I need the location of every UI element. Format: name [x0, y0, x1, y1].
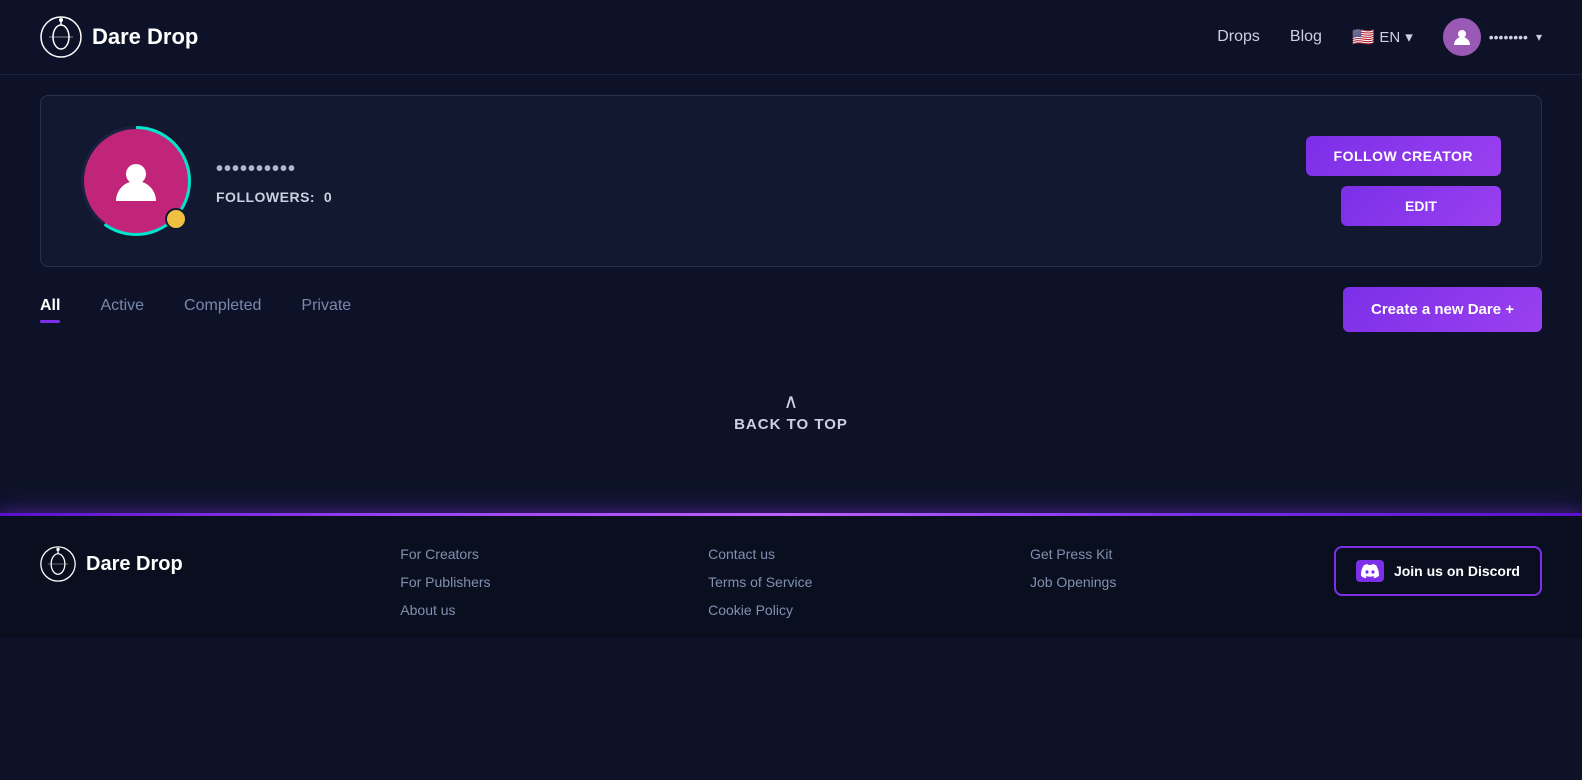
tabs-list: All Active Completed Private — [40, 297, 351, 323]
footer-link-contact[interactable]: Contact us — [708, 546, 812, 562]
footer-col-legal: Contact us Terms of Service Cookie Polic… — [708, 546, 812, 618]
profile-username: •••••••••• — [216, 158, 332, 181]
footer-logo-text: Dare Drop — [86, 553, 183, 576]
footer-logo[interactable]: Dare Drop — [40, 546, 183, 582]
profile-info: •••••••••• FOLLOWERS: 0 — [216, 158, 332, 205]
avatar-badge — [165, 208, 187, 230]
back-to-top[interactable]: ∧ BACK TO TOP — [0, 392, 1582, 433]
tab-completed[interactable]: Completed — [184, 297, 261, 323]
language-selector[interactable]: 🇺🇸 EN ▾ — [1352, 27, 1413, 48]
lang-label: EN — [1379, 29, 1400, 46]
create-dare-button[interactable]: Create a new Dare + — [1343, 287, 1542, 332]
profile-section: •••••••••• FOLLOWERS: 0 FOLLOW CREATOR E… — [40, 95, 1542, 267]
footer-col-press: Get Press Kit Job Openings — [1030, 546, 1116, 590]
footer: Dare Drop For Creators For Publishers Ab… — [0, 516, 1582, 638]
tab-private[interactable]: Private — [301, 297, 351, 323]
footer-link-jobs[interactable]: Job Openings — [1030, 574, 1116, 590]
nav-blog[interactable]: Blog — [1290, 28, 1322, 46]
logo-text: Dare Drop — [92, 24, 198, 50]
footer-link-for-publishers[interactable]: For Publishers — [400, 574, 490, 590]
followers-label: FOLLOWERS: — [216, 189, 315, 205]
tab-active[interactable]: Active — [100, 297, 144, 323]
footer-link-press-kit[interactable]: Get Press Kit — [1030, 546, 1116, 562]
tabs-section: All Active Completed Private Create a ne… — [40, 287, 1542, 332]
avatar-wrapper — [81, 126, 191, 236]
flag-icon: 🇺🇸 — [1352, 27, 1374, 48]
logo[interactable]: Dare Drop — [40, 16, 198, 58]
avatar — [1443, 18, 1481, 56]
footer-col-creators: For Creators For Publishers About us — [400, 546, 490, 618]
follow-creator-button[interactable]: FOLLOW CREATOR — [1306, 136, 1501, 176]
edit-button[interactable]: EDIT — [1341, 186, 1501, 226]
discord-btn-text: Join us on Discord — [1394, 563, 1520, 579]
tab-all[interactable]: All — [40, 297, 60, 323]
profile-followers: FOLLOWERS: 0 — [216, 189, 332, 205]
back-to-top-text: BACK TO TOP — [734, 416, 848, 433]
discord-button[interactable]: Join us on Discord — [1334, 546, 1542, 596]
footer-link-terms[interactable]: Terms of Service — [708, 574, 812, 590]
discord-icon — [1356, 560, 1384, 582]
footer-link-cookie[interactable]: Cookie Policy — [708, 602, 812, 618]
lang-chevron: ▾ — [1405, 28, 1413, 46]
footer-link-for-creators[interactable]: For Creators — [400, 546, 490, 562]
nav-drops[interactable]: Drops — [1217, 28, 1260, 46]
logo-icon — [40, 16, 82, 58]
user-name: •••••••• — [1489, 29, 1528, 45]
back-to-top-chevron: ∧ — [784, 392, 799, 412]
user-chevron: ▾ — [1536, 30, 1542, 44]
followers-count: 0 — [324, 189, 332, 205]
user-menu[interactable]: •••••••• ▾ — [1443, 18, 1542, 56]
footer-logo-icon — [40, 546, 76, 582]
footer-link-about-us[interactable]: About us — [400, 602, 490, 618]
